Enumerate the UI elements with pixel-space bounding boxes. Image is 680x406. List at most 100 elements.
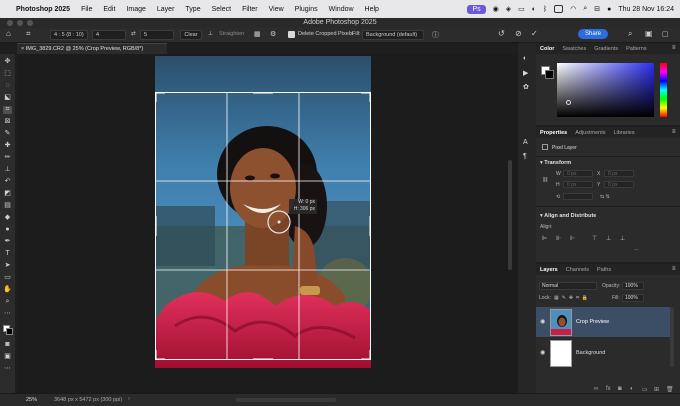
layer-name[interactable]: Crop Preview [576,319,609,325]
document-info[interactable]: 3648 px x 5472 px (300 ppi) [54,397,122,403]
transform-x-input[interactable]: 0 px [604,170,634,177]
align-center-h-icon[interactable]: ⊪ [556,235,561,242]
rotate-icon[interactable]: ⟲ [556,194,560,200]
content-aware-info-icon[interactable]: ⓘ [432,30,439,40]
transform-h-input[interactable]: 0 px [563,181,593,188]
share-button[interactable]: Share [577,29,608,39]
blur-tool-icon[interactable]: ◆ [3,214,12,222]
dodge-tool-icon[interactable]: ● [3,226,12,234]
canvas-horizontal-scrollbar[interactable] [236,398,336,402]
layers-panel-menu-icon[interactable]: ≡ [672,266,676,272]
move-tool-icon[interactable]: ✥ [3,58,12,66]
align-bottom-icon[interactable]: ⊥ [620,235,625,242]
eraser-tool-icon[interactable]: ◩ [3,190,12,198]
status-chevron-icon[interactable]: › [128,396,130,402]
color-background-swatch[interactable] [545,70,554,79]
menu-file[interactable]: File [81,6,92,13]
tab-channels[interactable]: Channels [566,267,589,273]
new-layer-icon[interactable]: ⊞ [654,386,659,393]
brushes-panel-icon[interactable]: ✿ [523,83,529,91]
crop-tool-active-icon[interactable]: ⌗ [3,106,12,114]
transform-section-title[interactable]: ▾ Transform [540,160,571,166]
fill-select[interactable]: Background (default) [362,30,424,40]
fill-opacity-input[interactable]: 100% [622,294,644,302]
crop-width-input[interactable]: 4 [92,30,126,40]
tab-properties[interactable]: Properties [540,130,567,136]
home-icon[interactable]: ⌂ [6,29,11,38]
edit-toolbar-icon[interactable]: ⋯ [3,365,12,373]
layer-row-background[interactable]: ◉ Background [536,338,670,368]
rotate-input[interactable] [563,193,593,200]
screen-icon[interactable]: ▭ [518,5,525,13]
more-options-icon[interactable]: ⋯ [634,247,639,253]
bluetooth-icon[interactable]: ᛒ [543,6,547,13]
crop-height-input[interactable]: 5 [140,30,174,40]
color-picker-cursor[interactable] [566,100,571,105]
crop-tool-icon[interactable]: ⌗ [26,29,31,39]
marquee-tool-icon[interactable]: ⬚ [3,70,12,78]
clear-button[interactable]: Clear [180,30,202,40]
photoshop-status-badge[interactable]: Ps [467,4,486,14]
menu-type[interactable]: Type [185,6,200,13]
creative-cloud-icon[interactable]: ◉ [493,5,499,13]
new-group-icon[interactable]: ▭ [642,386,648,393]
menu-help[interactable]: Help [365,6,379,13]
adjustment-layer-icon[interactable]: ◐ [630,386,634,392]
align-right-icon[interactable]: ⊩ [570,235,575,242]
menu-select[interactable]: Select [212,6,231,13]
commit-crop-icon[interactable]: ✓ [531,29,538,38]
align-top-icon[interactable]: ⊤ [592,235,597,242]
canvas-vertical-scrollbar[interactable] [508,160,512,270]
straighten-icon[interactable]: ⊥ [208,31,213,37]
visibility-eye-icon[interactable]: ◉ [540,349,545,356]
transform-y-input[interactable]: 0 px [604,181,634,188]
hue-slider[interactable] [660,63,667,117]
sync-icon[interactable]: ◐ [532,6,536,13]
object-select-tool-icon[interactable]: ⬕ [3,94,12,102]
cancel-crop-icon[interactable]: ⊘ [515,29,522,38]
fx-icon[interactable]: fx [606,386,611,392]
panel-toggle-icon[interactable]: ▢ [662,30,669,38]
color-picker-field[interactable] [557,63,654,117]
opacity-input[interactable]: 100% [622,282,644,290]
zoom-level[interactable]: 25% [26,397,37,403]
transform-w-input[interactable]: 0 px [563,170,593,177]
menu-window[interactable]: Window [329,6,354,13]
menu-view[interactable]: View [269,6,284,13]
menubar-datetime[interactable]: Thu 28 Nov 16:24 [618,6,674,13]
tab-libraries[interactable]: Libraries [613,130,634,136]
history-panel-icon[interactable]: ◐ [523,55,527,62]
lock-options-icons[interactable]: ▦✎✥⌗🔒 [554,295,591,301]
clone-stamp-tool-icon[interactable]: ⊥ [3,166,12,174]
straighten-label[interactable]: Straighten [219,31,244,37]
battery-icon[interactable] [554,5,564,13]
overlay-grid-icon[interactable]: ▦ [254,30,261,38]
menu-filter[interactable]: Filter [242,6,258,13]
align-left-icon[interactable]: ⊫ [542,235,547,242]
pen-tool-icon[interactable]: ✒ [3,238,12,246]
align-section-title[interactable]: ▾ Align and Distribute [540,213,596,219]
menu-image[interactable]: Image [126,6,145,13]
tab-color[interactable]: Color [540,46,554,52]
add-mask-icon[interactable]: ◙ [618,386,622,392]
layers-scrollbar[interactable] [670,307,674,367]
link-layers-icon[interactable]: ∞ [594,386,598,392]
spot-healing-tool-icon[interactable]: ✚ [3,142,12,150]
swap-dimensions-icon[interactable]: ⇄ [131,31,136,37]
workspace-icon[interactable]: ▣ [645,29,653,38]
eyedropper-tool-icon[interactable]: ✎ [3,130,12,138]
crop-ratio-select[interactable]: 4 : 5 (8 : 10) [50,30,88,40]
dropbox-icon[interactable]: ◈ [506,5,511,13]
tab-patterns[interactable]: Patterns [626,46,646,52]
quick-mask-icon[interactable]: ◙ [3,341,12,349]
properties-panel-menu-icon[interactable]: ≡ [672,129,676,135]
delete-cropped-checkbox[interactable] [288,31,295,38]
background-color-swatch[interactable] [6,328,13,335]
tab-gradients[interactable]: Gradients [594,46,618,52]
history-brush-tool-icon[interactable]: ↶ [3,178,12,186]
control-center-icon[interactable]: ⊟ [594,5,600,13]
align-middle-icon[interactable]: ⊥ [606,235,611,242]
crop-frame[interactable] [153,90,373,362]
actions-panel-icon[interactable]: ▶ [523,69,528,77]
character-panel-icon[interactable]: A [523,139,528,146]
